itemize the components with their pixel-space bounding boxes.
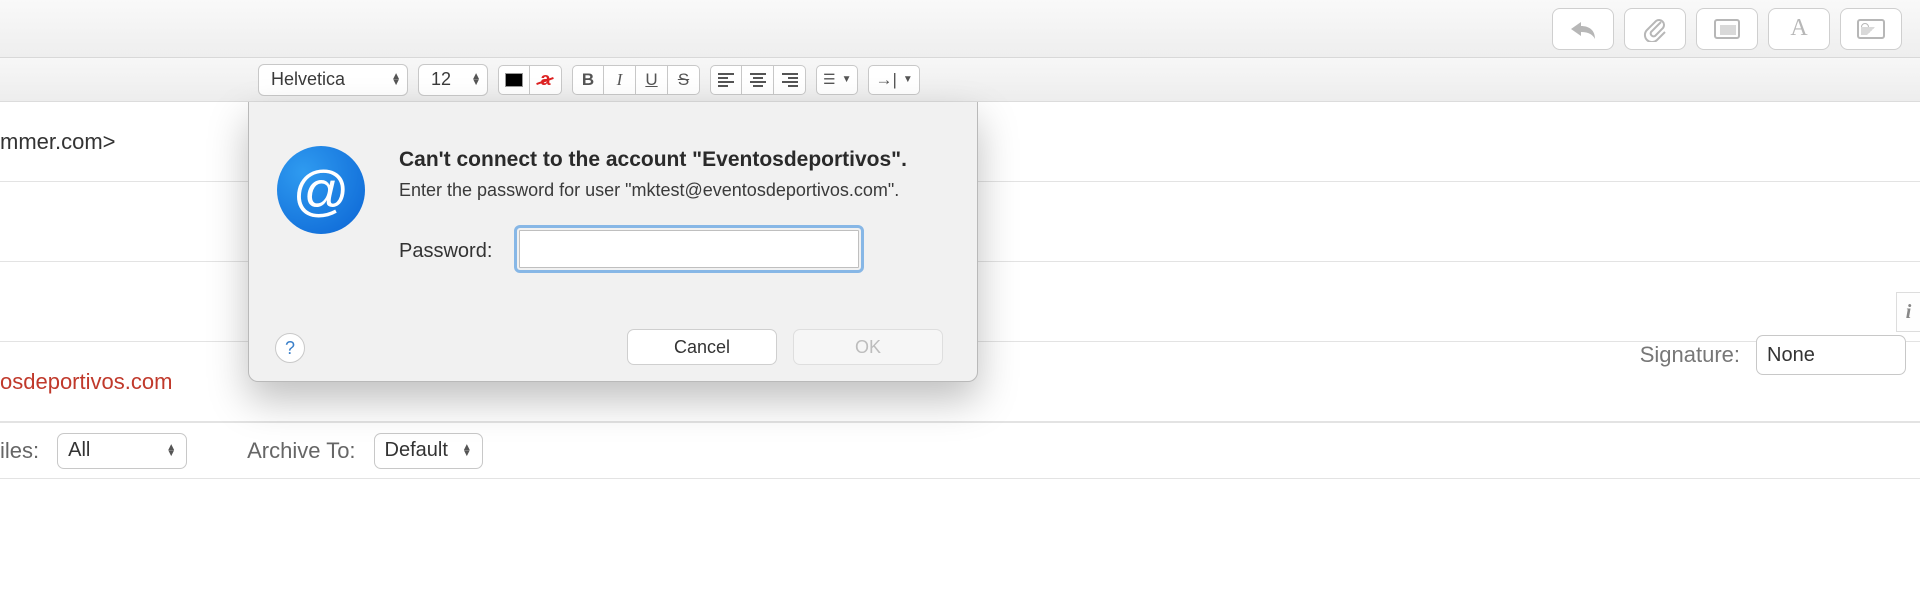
rules-row: iles: All ▲▼ Archive To: Default ▲▼ bbox=[0, 423, 1920, 479]
cancel-button[interactable]: Cancel bbox=[627, 329, 777, 365]
list-style-button[interactable]: ☰ ▼ bbox=[816, 65, 858, 95]
updown-icon: ▲▼ bbox=[462, 445, 472, 457]
text-color-button[interactable] bbox=[498, 65, 530, 95]
rules-value: All bbox=[68, 439, 90, 462]
align-left-icon bbox=[718, 73, 734, 87]
paperclip-icon bbox=[1643, 16, 1667, 42]
strike-a-icon: a bbox=[540, 69, 550, 90]
password-label: Password: bbox=[399, 240, 492, 263]
signature-select[interactable]: None bbox=[1756, 335, 1906, 375]
font-family-value: Helvetica bbox=[271, 69, 345, 90]
updown-icon: ▲▼ bbox=[471, 74, 481, 86]
photo-icon bbox=[1857, 19, 1885, 39]
align-center-button[interactable] bbox=[742, 65, 774, 95]
chevron-down-icon: ▼ bbox=[842, 74, 852, 85]
markup-button[interactable] bbox=[1696, 8, 1758, 50]
indent-group: →| ▼ bbox=[868, 65, 919, 95]
chevron-down-icon: ▼ bbox=[903, 74, 913, 85]
ok-button[interactable]: OK bbox=[793, 329, 943, 365]
rules-select[interactable]: All ▲▼ bbox=[57, 433, 187, 469]
underline-button[interactable]: U bbox=[636, 65, 668, 95]
color-swatch-icon bbox=[505, 73, 523, 87]
align-left-button[interactable] bbox=[710, 65, 742, 95]
dialog-message: Enter the password for user "mktest@even… bbox=[399, 180, 899, 201]
attach-button[interactable] bbox=[1624, 8, 1686, 50]
to-address-fragment: mmer.com> bbox=[0, 129, 116, 155]
archive-to-select[interactable]: Default ▲▼ bbox=[374, 433, 483, 469]
fonts-icon: A bbox=[1790, 15, 1807, 42]
align-right-icon bbox=[782, 73, 798, 87]
signature-value: None bbox=[1767, 344, 1815, 367]
font-size-value: 12 bbox=[431, 69, 451, 90]
updown-icon: ▲▼ bbox=[166, 445, 176, 457]
text-highlight-button[interactable]: a bbox=[530, 65, 562, 95]
style-group: B I U S bbox=[572, 65, 700, 95]
archive-to-label: Archive To: bbox=[247, 438, 355, 464]
window-titlebar: A bbox=[0, 0, 1920, 58]
updown-icon: ▲▼ bbox=[391, 74, 401, 86]
align-center-icon bbox=[750, 73, 766, 87]
reply-to-address-fragment: osdeportivos.com bbox=[0, 369, 172, 395]
indent-button[interactable]: →| ▼ bbox=[868, 65, 919, 95]
indent-icon: →| bbox=[875, 70, 896, 90]
cancel-button-label: Cancel bbox=[674, 337, 730, 358]
signature-area: Signature: None bbox=[1640, 335, 1906, 375]
format-toolbar: Helvetica ▲▼ 12 ▲▼ a B I U S ☰ ▼ →| ▼ bbox=[0, 58, 1920, 102]
rules-label-fragment: iles: bbox=[0, 438, 39, 464]
list-icon: ☰ bbox=[823, 71, 836, 88]
info-icon: i bbox=[1906, 301, 1912, 324]
media-browser-button[interactable] bbox=[1840, 8, 1902, 50]
reply-icon bbox=[1569, 18, 1597, 40]
list-group: ☰ ▼ bbox=[816, 65, 858, 95]
edge-indicator[interactable]: i bbox=[1896, 292, 1920, 332]
font-size-select[interactable]: 12 ▲▼ bbox=[418, 64, 488, 96]
dialog-title: Can't connect to the account "Eventosdep… bbox=[399, 148, 907, 172]
password-dialog: @ Can't connect to the account "Eventosd… bbox=[248, 102, 978, 382]
ok-button-label: OK bbox=[855, 337, 881, 358]
signature-label: Signature: bbox=[1640, 342, 1740, 368]
italic-button[interactable]: I bbox=[604, 65, 636, 95]
font-family-select[interactable]: Helvetica ▲▼ bbox=[258, 64, 408, 96]
reply-button[interactable] bbox=[1552, 8, 1614, 50]
bold-button[interactable]: B bbox=[572, 65, 604, 95]
help-icon: ? bbox=[285, 338, 295, 359]
at-sign-icon: @ bbox=[277, 146, 365, 234]
align-right-button[interactable] bbox=[774, 65, 806, 95]
color-group: a bbox=[498, 65, 562, 95]
stationery-icon bbox=[1714, 19, 1740, 39]
strikethrough-button[interactable]: S bbox=[668, 65, 700, 95]
password-input[interactable] bbox=[519, 230, 859, 268]
fonts-panel-button[interactable]: A bbox=[1768, 8, 1830, 50]
alignment-group bbox=[710, 65, 806, 95]
help-button[interactable]: ? bbox=[275, 333, 305, 363]
archive-to-value: Default bbox=[385, 439, 448, 462]
